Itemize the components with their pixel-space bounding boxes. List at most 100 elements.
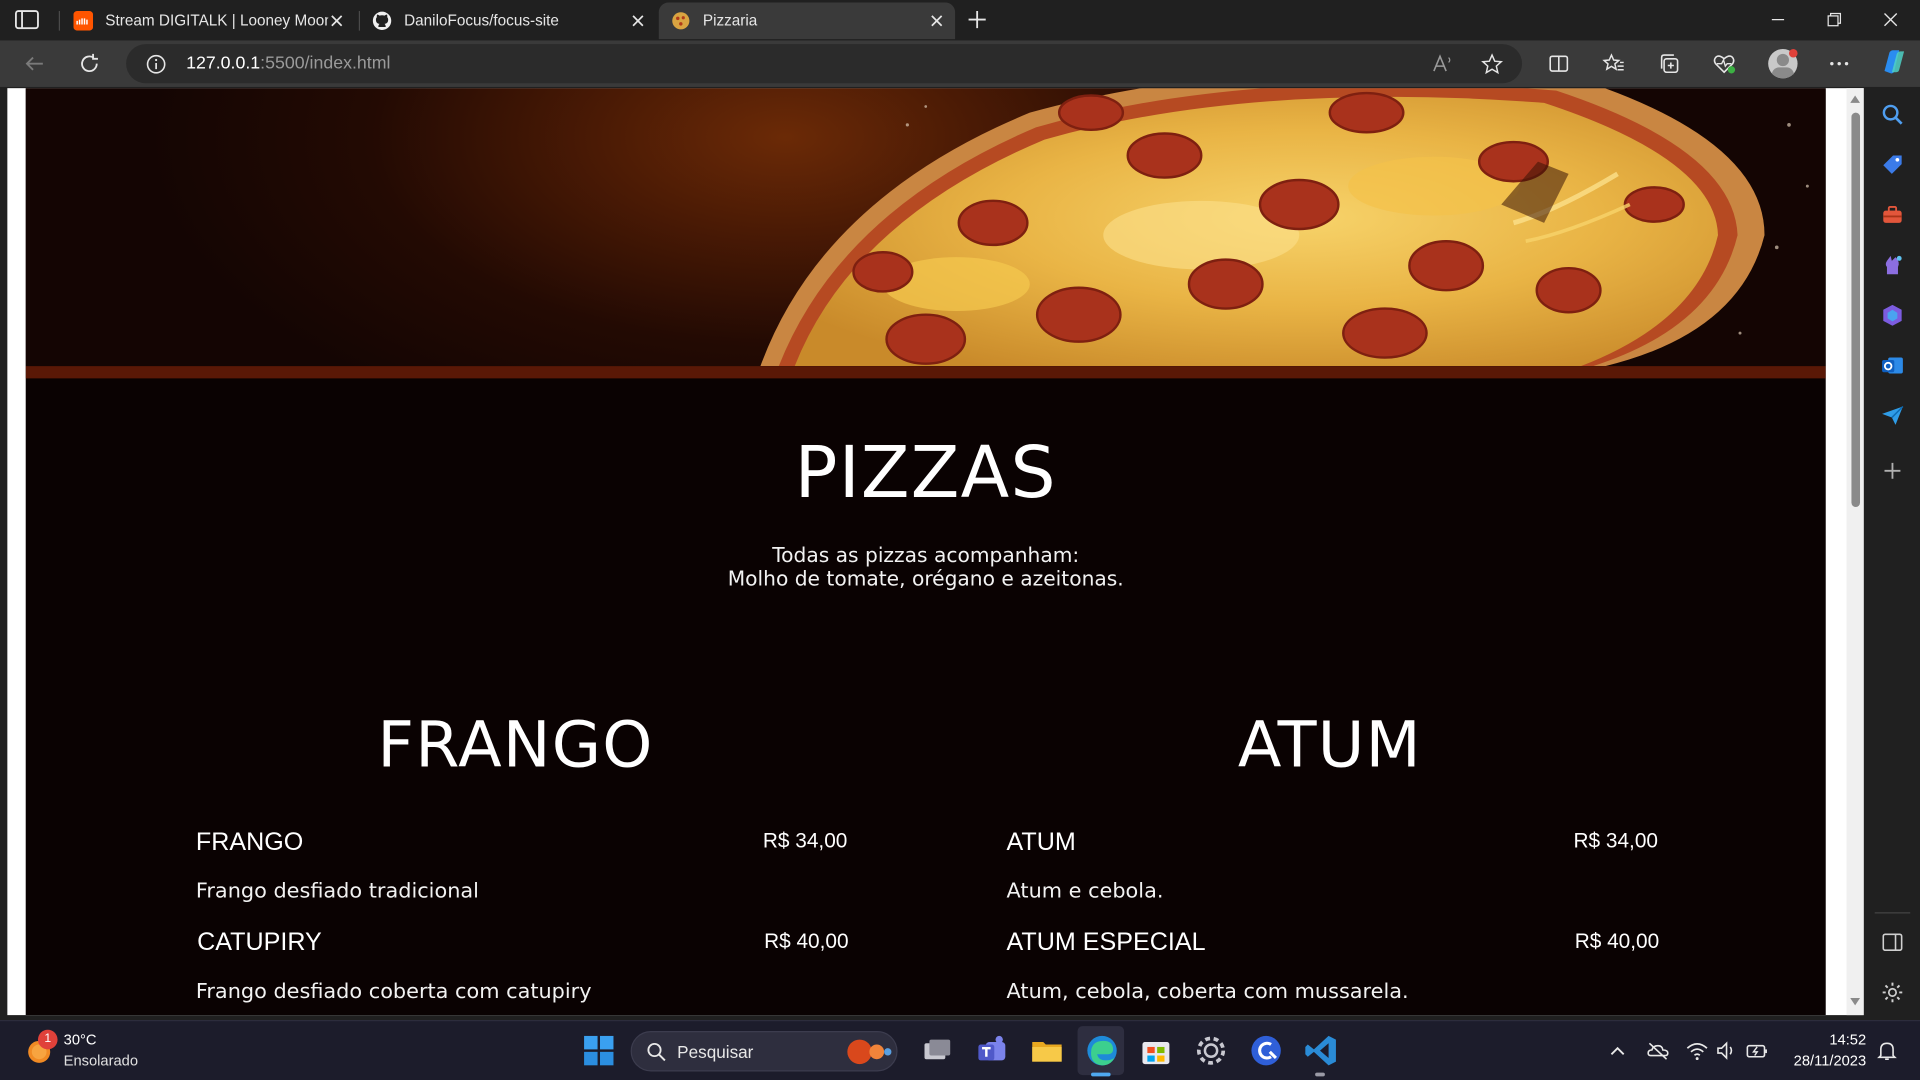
- hero-divider: [25, 366, 1826, 379]
- add-icon[interactable]: [1881, 459, 1904, 482]
- avatar-head: [1776, 53, 1789, 67]
- search-highlight-icon: [847, 1039, 892, 1065]
- item-description: Atum, cebola, coberta com mussarela.: [1006, 979, 1409, 1005]
- sidebar-divider: [1874, 912, 1911, 914]
- shopping-tag-icon[interactable]: [1881, 153, 1904, 176]
- item-price: R$ 40,00: [764, 929, 849, 953]
- url-host: 127.0.0.1: [186, 53, 261, 74]
- clock-time[interactable]: 14:52: [1829, 1031, 1866, 1048]
- browser-essentials-icon[interactable]: [1712, 51, 1736, 75]
- task-view-icon[interactable]: [918, 1032, 955, 1069]
- back-icon[interactable]: [22, 51, 46, 75]
- hero-banner: [25, 88, 1826, 367]
- item-name: ATUM ESPECIAL: [1006, 928, 1206, 957]
- sidebar-toggle-icon[interactable]: [1881, 931, 1904, 954]
- chevron-up-icon[interactable]: [1607, 1040, 1629, 1062]
- browser-toolbar: 127.0.0.1:5500/index.html: [0, 40, 1920, 87]
- close-tab-icon[interactable]: [328, 12, 345, 29]
- url-text: 127.0.0.1:5500/index.html: [186, 54, 390, 74]
- edge-icon[interactable]: [1084, 1032, 1121, 1069]
- notification-bell-icon[interactable]: [1876, 1040, 1898, 1062]
- clock-date[interactable]: 28/11/2023: [1794, 1052, 1866, 1069]
- tools-icon[interactable]: [1881, 203, 1904, 226]
- menu-title: PIZZAS: [794, 431, 1057, 515]
- search-icon[interactable]: [1881, 103, 1904, 126]
- search-icon: [647, 1042, 666, 1062]
- cortana-app-icon[interactable]: [1248, 1032, 1285, 1069]
- column-title-atum: ATUM: [1237, 708, 1422, 783]
- volume-icon[interactable]: [1716, 1040, 1738, 1062]
- close-tab-icon[interactable]: [928, 12, 945, 29]
- item-name: CATUPIRY: [197, 928, 322, 957]
- windows-start-icon[interactable]: [580, 1032, 617, 1069]
- page-scrollbar[interactable]: [1846, 88, 1864, 1016]
- item-price: R$ 34,00: [762, 828, 848, 853]
- weather-temperature[interactable]: 30°C: [64, 1031, 97, 1048]
- vscode-icon[interactable]: [1303, 1032, 1340, 1069]
- games-icon[interactable]: [1881, 253, 1904, 276]
- profile-badge: [1788, 48, 1798, 58]
- active-app-indicator: [1091, 1072, 1111, 1077]
- subtitle-line: Todas as pizzas acompanham:: [772, 543, 1080, 567]
- address-bar[interactable]: 127.0.0.1:5500/index.html: [126, 44, 1523, 84]
- pizza-image: [760, 88, 1809, 367]
- collections-icon[interactable]: [1657, 51, 1681, 75]
- item-description: Frango desfiado tradicional: [195, 879, 479, 904]
- microsoft-store-icon[interactable]: [1138, 1032, 1175, 1069]
- item-name: ATUM: [1006, 827, 1076, 856]
- send-icon[interactable]: [1881, 404, 1904, 427]
- github-icon: [372, 11, 392, 31]
- subtitle-line: Molho de tomate, orégano e azeitonas.: [727, 566, 1124, 591]
- taskbar-search[interactable]: Pesquisar: [630, 1031, 898, 1072]
- battery-charging-icon[interactable]: [1746, 1040, 1768, 1062]
- close-window-icon[interactable]: [1878, 7, 1902, 31]
- pizza-icon: [672, 12, 690, 30]
- item-price: R$ 34,00: [1573, 828, 1658, 853]
- settings-gear-icon[interactable]: [1193, 1032, 1230, 1069]
- tab-title: Stream DIGITALK | Looney Moon: [105, 12, 329, 30]
- scroll-down-icon[interactable]: [1850, 997, 1861, 1007]
- tab-actions-icon[interactable]: [15, 10, 39, 30]
- item-description: Atum e cebola.: [1006, 879, 1164, 904]
- avatar-body: [1771, 67, 1794, 79]
- url-path: :5500/index.html: [260, 53, 391, 74]
- more-options-icon[interactable]: [1827, 51, 1851, 75]
- tab-separator: [58, 11, 61, 31]
- copilot-icon[interactable]: [1877, 47, 1909, 79]
- teams-icon[interactable]: [973, 1032, 1010, 1069]
- tab-title: DaniloFocus/focus-site: [404, 12, 559, 30]
- minimize-icon[interactable]: [1766, 7, 1790, 31]
- file-explorer-icon[interactable]: [1029, 1032, 1066, 1069]
- tab-strip: Stream DIGITALK | Looney Moon DaniloFocu…: [0, 0, 1920, 41]
- favorites-icon[interactable]: [1602, 51, 1626, 75]
- scroll-up-icon[interactable]: [1850, 94, 1861, 104]
- edge-sidebar: [1864, 88, 1920, 1016]
- item-name: FRANGO: [195, 827, 304, 856]
- split-screen-icon[interactable]: [1547, 51, 1571, 75]
- outlook-icon[interactable]: [1881, 354, 1904, 377]
- running-app-indicator: [1315, 1072, 1325, 1077]
- read-aloud-icon[interactable]: [1431, 53, 1454, 76]
- menu-subtitle: Todas as pizzas acompanham: Molho de tom…: [26, 544, 1826, 591]
- wifi-icon[interactable]: [1686, 1040, 1708, 1062]
- new-tab-icon[interactable]: [966, 9, 988, 31]
- weather-badge: 1: [37, 1029, 58, 1050]
- refresh-icon[interactable]: [77, 51, 101, 75]
- page-viewport: PIZZAS Todas as pizzas acompanham: Molho…: [7, 88, 1864, 1016]
- windows-taskbar: 1 30°C Ensolarado Pesquisar 14:52 28/11/…: [0, 1020, 1920, 1080]
- tab-pizzaria[interactable]: Pizzaria: [658, 2, 956, 40]
- tab-title: Pizzaria: [702, 12, 758, 30]
- tab-github[interactable]: DaniloFocus/focus-site: [360, 2, 656, 39]
- settings-icon[interactable]: [1881, 981, 1904, 1004]
- tab-soundcloud[interactable]: Stream DIGITALK | Looney Moon: [61, 2, 355, 39]
- scrollbar-thumb[interactable]: [1851, 112, 1861, 507]
- onedrive-off-icon[interactable]: [1647, 1040, 1669, 1062]
- item-description: Frango desfiado coberta com catupiry: [195, 979, 592, 1005]
- restore-icon[interactable]: [1822, 7, 1846, 31]
- weather-description[interactable]: Ensolarado: [64, 1052, 138, 1069]
- close-tab-icon[interactable]: [629, 12, 646, 29]
- microsoft-365-icon[interactable]: [1881, 304, 1904, 327]
- favorite-star-icon[interactable]: [1480, 53, 1504, 76]
- site-info-icon[interactable]: [146, 54, 167, 75]
- column-title-frango: FRANGO: [377, 708, 654, 783]
